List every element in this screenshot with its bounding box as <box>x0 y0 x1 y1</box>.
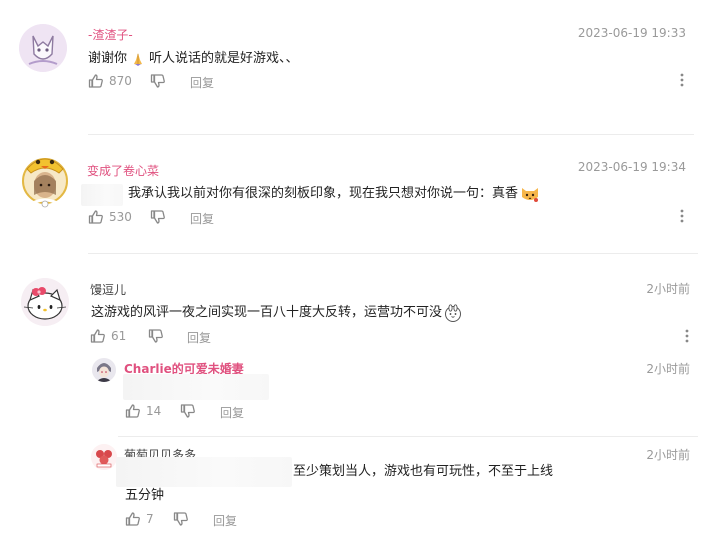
timestamp: 2023-06-19 19:34 <box>577 160 686 174</box>
comment-text: 这游戏的风评一夜之间实现一百八十度大反转，运营功不可没 <box>91 304 462 322</box>
bunny-emoji-icon <box>444 304 462 322</box>
like-button[interactable]: 61 <box>90 328 126 344</box>
comment-text-part2: 听人说话的就是好游戏、、 <box>149 51 299 66</box>
like-count: 7 <box>146 512 154 526</box>
dislike-button[interactable] <box>150 209 166 225</box>
reply-2: 葡萄贝贝多多 2小时前 至少策划当人，游戏也有可玩性，不至于上线 五分钟 7 回… <box>0 440 722 552</box>
like-button[interactable]: 870 <box>88 73 132 89</box>
comment-3: 馒逗儿 2小时前 这游戏的风评一夜之间实现一百八十度大反转，运营功不可没 61 … <box>0 254 722 552</box>
avatar[interactable] <box>91 444 117 470</box>
dislike-button[interactable] <box>173 511 189 527</box>
reply-button[interactable]: 回复 <box>190 210 214 227</box>
timestamp: 2小时前 <box>646 282 690 296</box>
reply-button[interactable]: 回复 <box>220 404 244 421</box>
thumbs-down-icon <box>150 74 165 88</box>
praying-hands-emoji-icon <box>130 51 146 67</box>
comment-2: 变成了卷心菜 2023-06-19 19:34 我承认我以前对你有很深的刻板印象… <box>0 135 722 253</box>
thumbs-down-icon <box>173 512 188 526</box>
like-count: 870 <box>109 74 132 88</box>
comment-text-part1: 谢谢你 <box>88 51 128 66</box>
more-options-icon[interactable] <box>674 72 690 88</box>
timestamp: 2小时前 <box>646 448 690 462</box>
comment-text: 谢谢你 听人说话的就是好游戏、、 <box>88 50 299 68</box>
avatar[interactable] <box>92 358 116 382</box>
like-count: 530 <box>109 210 132 224</box>
comment-text: 我承认我以前对你有很深的刻板印象，现在我只想对你说一句：真香 <box>128 185 540 203</box>
more-options-icon[interactable] <box>679 328 695 344</box>
reply-mention-blurred <box>81 184 123 206</box>
reply-button[interactable]: 回复 <box>213 512 237 529</box>
comment-text-body: 这游戏的风评一夜之间实现一百八十度大反转，运营功不可没 <box>91 305 443 320</box>
reply-mention-blurred <box>116 457 292 487</box>
like-button[interactable]: 530 <box>88 209 132 225</box>
thumbs-down-icon <box>150 210 165 224</box>
avatar[interactable] <box>19 24 67 72</box>
avatar[interactable] <box>19 151 71 209</box>
like-count: 61 <box>111 329 127 343</box>
dislike-button[interactable] <box>180 403 196 419</box>
dislike-button[interactable] <box>150 73 166 89</box>
thumbs-down-icon <box>180 404 195 418</box>
timestamp: 2023-06-19 19:33 <box>577 26 686 40</box>
cat-emoji-icon <box>520 185 540 203</box>
reply-text-line2: 五分钟 <box>125 488 165 503</box>
thumbs-up-icon <box>88 210 103 224</box>
thumbs-up-icon <box>125 404 140 418</box>
thumbs-down-icon <box>148 329 163 343</box>
timestamp: 2小时前 <box>646 362 690 376</box>
like-count: 14 <box>146 404 162 418</box>
thumbs-up-icon <box>125 512 140 526</box>
reply-text-line1: 至少策划当人，游戏也有可玩性，不至于上线 <box>293 464 554 479</box>
username[interactable]: 馒逗儿 <box>90 281 126 298</box>
username[interactable]: 变成了卷心菜 <box>87 162 159 179</box>
thumbs-up-icon <box>90 329 105 343</box>
reply-text-blurred <box>123 374 269 400</box>
reply-1: Charlie的可爱未婚妻 2小时前 14 回复 <box>0 352 722 432</box>
more-options-icon[interactable] <box>674 208 690 224</box>
comment-1: -渣渣子- 2023-06-19 19:33 谢谢你 听人说话的就是好游戏、、 … <box>0 0 722 134</box>
like-button[interactable]: 7 <box>125 511 154 527</box>
dislike-button[interactable] <box>148 328 164 344</box>
reply-button[interactable]: 回复 <box>187 329 211 346</box>
username[interactable]: -渣渣子- <box>88 26 133 43</box>
avatar[interactable] <box>21 278 69 326</box>
divider <box>118 436 698 437</box>
comment-text-body: 我承认我以前对你有很深的刻板印象，现在我只想对你说一句：真香 <box>128 186 519 201</box>
like-button[interactable]: 14 <box>125 403 161 419</box>
reply-button[interactable]: 回复 <box>190 74 214 91</box>
thumbs-up-icon <box>88 74 103 88</box>
